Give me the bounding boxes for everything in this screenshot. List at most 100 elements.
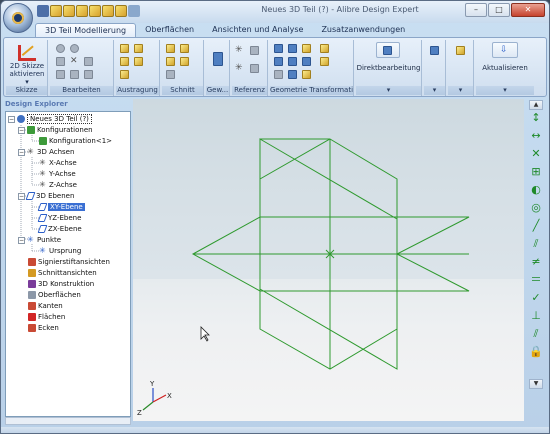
sweep-icon[interactable] bbox=[120, 57, 129, 66]
equal-icon[interactable]: ≠ bbox=[529, 255, 543, 269]
thicken-icon[interactable] bbox=[120, 70, 129, 79]
loft-icon[interactable] bbox=[134, 57, 143, 66]
tree-item-xy-ebene[interactable]: XY-Ebene bbox=[37, 202, 85, 213]
tab-3d-teil-modellierung[interactable]: 3D Teil Modellierung bbox=[35, 23, 137, 37]
parallel-icon[interactable]: ⫽ bbox=[529, 237, 543, 251]
tree-item-3d-ebenen[interactable]: −3D Ebenen bbox=[18, 191, 74, 202]
view-icon[interactable] bbox=[456, 46, 465, 55]
status-bar bbox=[1, 427, 549, 433]
update-button[interactable]: ⇩ bbox=[492, 42, 518, 58]
point-icon[interactable]: ✳ bbox=[235, 64, 244, 73]
tree-item-yz-ebene[interactable]: YZ-Ebene bbox=[37, 213, 81, 224]
tree-item-ecken[interactable]: Ecken bbox=[28, 323, 59, 334]
maximize-button[interactable]: □ bbox=[488, 3, 510, 17]
symmetry-icon[interactable]: ⫽ bbox=[529, 327, 543, 341]
tree-item-x-achse[interactable]: ✳ X-Achse bbox=[39, 158, 77, 169]
fix-icon[interactable]: ⊥ bbox=[529, 309, 543, 323]
properties-icon[interactable] bbox=[56, 70, 65, 79]
shell-icon[interactable] bbox=[320, 57, 329, 66]
intersect-icon[interactable]: ✕ bbox=[529, 147, 543, 161]
collinear-icon[interactable]: ╱ bbox=[529, 219, 543, 233]
group-label-schnitt: Schnitt bbox=[162, 86, 203, 95]
collapse-icon[interactable]: − bbox=[18, 192, 25, 200]
direct-edit-button[interactable] bbox=[376, 42, 400, 58]
thread-icon[interactable] bbox=[213, 52, 223, 66]
hole-icon[interactable] bbox=[166, 70, 175, 79]
collapse-icon[interactable]: − bbox=[8, 115, 15, 123]
tree-item-konfiguration1[interactable]: Konfiguration<1> bbox=[39, 136, 112, 147]
circular-pattern-icon[interactable] bbox=[302, 57, 311, 66]
axis-icon[interactable]: ✳ bbox=[235, 46, 244, 55]
tree-item-zx-ebene[interactable]: ZX-Ebene bbox=[37, 224, 82, 235]
fillet-icon[interactable] bbox=[274, 70, 283, 79]
display-icon[interactable] bbox=[430, 46, 439, 55]
minimize-button[interactable]: – bbox=[465, 3, 487, 17]
3d-viewport[interactable]: Y X Z bbox=[133, 99, 524, 421]
scale-icon[interactable] bbox=[320, 44, 329, 53]
group-label-view: ▾ bbox=[448, 86, 473, 95]
tree-item-y-achse[interactable]: ✳ Y-Achse bbox=[39, 169, 76, 180]
plane-icon bbox=[37, 225, 48, 233]
chamfer-icon[interactable] bbox=[288, 70, 297, 79]
tree-item-kanten[interactable]: Kanten bbox=[28, 301, 63, 312]
tangent-icon[interactable]: ◐ bbox=[529, 183, 543, 197]
tree-item-flaechen[interactable]: Flächen bbox=[28, 312, 65, 323]
copy-icon[interactable] bbox=[56, 57, 65, 66]
tree-item-oberflaechen[interactable]: Oberflächen bbox=[28, 290, 81, 301]
toolbar-scroll-down-button[interactable]: ▼ bbox=[529, 379, 543, 389]
tree-item-ursprung[interactable]: ✳ Ursprung bbox=[39, 246, 81, 257]
linear-pattern-icon[interactable] bbox=[288, 57, 297, 66]
ribbon: 2D Skizze aktivieren ▾ Skizze ✕ Bearbeit… bbox=[3, 37, 547, 97]
tree-item-signierstiftansichten[interactable]: Signierstiftansichten bbox=[28, 257, 110, 268]
draft-icon[interactable] bbox=[302, 70, 311, 79]
tree-root[interactable]: − Neues 3D Teil (?) bbox=[8, 114, 92, 125]
rotate-icon[interactable] bbox=[288, 44, 297, 53]
cut-revolve-icon[interactable] bbox=[180, 44, 189, 53]
group-bearbeiten: ✕ Bearbeiten bbox=[50, 40, 114, 96]
explorer-horizontal-scrollbar[interactable] bbox=[5, 417, 131, 425]
reference-planes bbox=[191, 138, 470, 370]
collapse-icon[interactable]: − bbox=[18, 236, 25, 244]
edges-icon bbox=[28, 302, 36, 310]
tab-ansichten-und-analyse[interactable]: Ansichten und Analyse bbox=[203, 23, 312, 37]
tab-zusatzanwendungen[interactable]: Zusatzanwendungen bbox=[312, 23, 414, 37]
configurations-icon bbox=[27, 126, 35, 134]
coincident-icon[interactable]: ✓ bbox=[529, 291, 543, 305]
perpendicular-icon[interactable]: ＝ bbox=[529, 273, 543, 287]
tree-item-schnittansichten[interactable]: Schnittansichten bbox=[28, 268, 97, 279]
move-icon[interactable] bbox=[274, 44, 283, 53]
reference-icon[interactable] bbox=[250, 64, 259, 73]
revolve-icon[interactable] bbox=[134, 44, 143, 53]
paste-icon[interactable] bbox=[84, 57, 93, 66]
delete-icon[interactable]: ✕ bbox=[70, 57, 79, 66]
application-menu-button[interactable] bbox=[3, 3, 33, 33]
cut-sweep-icon[interactable] bbox=[166, 57, 175, 66]
concentric-icon[interactable]: ◎ bbox=[529, 201, 543, 215]
app-logo-icon bbox=[12, 12, 24, 24]
tree-item-3d-achsen[interactable]: − ✳ 3D Achsen bbox=[18, 147, 74, 158]
activate-2d-sketch-button[interactable]: 2D Skizze aktivieren ▾ bbox=[8, 42, 46, 86]
pattern-icon[interactable] bbox=[274, 57, 283, 66]
plane-icon[interactable] bbox=[250, 46, 259, 55]
vertices-icon bbox=[28, 324, 36, 332]
midpoint-icon[interactable]: ⊞ bbox=[529, 165, 543, 179]
close-button[interactable]: ✕ bbox=[511, 3, 545, 17]
tree-item-3d-konstruktion[interactable]: 3D Konstruktion bbox=[28, 279, 94, 290]
vertical-constraint-icon[interactable]: ↕ bbox=[529, 111, 543, 125]
document-icon[interactable] bbox=[84, 70, 93, 79]
cut-loft-icon[interactable] bbox=[180, 57, 189, 66]
tree-item-punkte[interactable]: − ✳ Punkte bbox=[18, 235, 61, 246]
cut-extrude-icon[interactable] bbox=[166, 44, 175, 53]
collapse-icon[interactable]: − bbox=[18, 126, 25, 134]
collapse-icon[interactable]: − bbox=[18, 148, 25, 156]
circle-icon[interactable] bbox=[70, 44, 79, 53]
tab-oberflaechen[interactable]: Oberflächen bbox=[136, 23, 203, 37]
circle-icon[interactable] bbox=[56, 44, 65, 53]
lock-icon[interactable]: 🔒 bbox=[529, 345, 543, 359]
mirror-icon[interactable] bbox=[302, 44, 311, 53]
horizontal-constraint-icon[interactable]: ↔ bbox=[529, 129, 543, 143]
tree-item-z-achse[interactable]: ✳ Z-Achse bbox=[39, 180, 77, 191]
tree-item-konfigurationen[interactable]: − Konfigurationen bbox=[18, 125, 93, 136]
extrude-icon[interactable] bbox=[120, 44, 129, 53]
clipboard-icon[interactable] bbox=[70, 70, 79, 79]
